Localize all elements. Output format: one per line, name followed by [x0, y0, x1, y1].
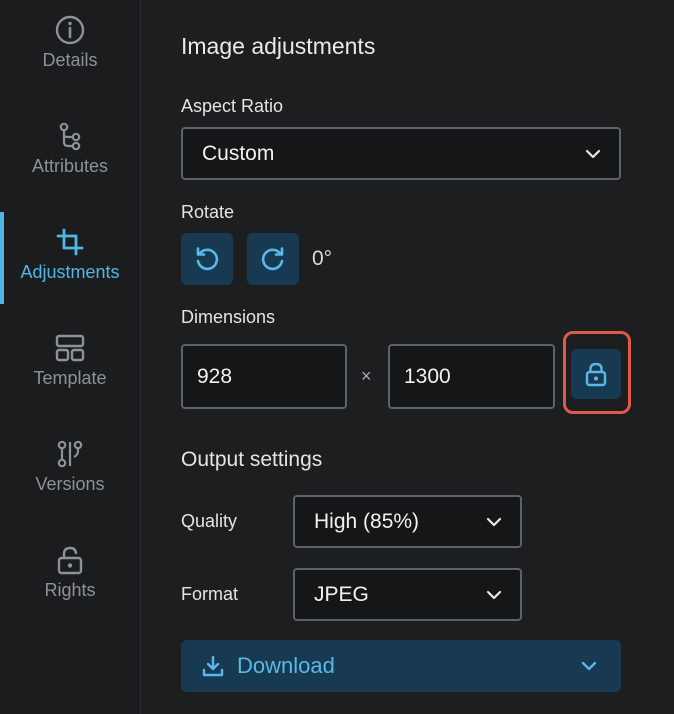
format-select[interactable]: JPEG	[293, 568, 522, 621]
sidebar-item-label: Details	[42, 50, 98, 70]
download-label: Download	[237, 653, 335, 678]
format-value: JPEG	[314, 582, 369, 606]
rotate-label: Rotate	[181, 202, 235, 222]
quality-select[interactable]: High (85%)	[293, 495, 522, 548]
download-icon	[201, 654, 225, 678]
quality-value: High (85%)	[314, 509, 420, 533]
rotate-left-button[interactable]	[181, 233, 233, 285]
aspect-ratio-select[interactable]: Custom	[181, 127, 621, 180]
template-icon	[54, 332, 86, 364]
rotate-left-icon	[192, 244, 222, 274]
download-button[interactable]: Download	[181, 640, 621, 692]
dimension-separator: ×	[361, 366, 372, 386]
output-settings-title: Output settings	[181, 448, 323, 471]
rotate-right-icon	[258, 244, 288, 274]
chevron-down-icon	[486, 517, 502, 527]
sidebar-item-template[interactable]: Template	[0, 318, 140, 410]
sidebar-item-rights[interactable]: Rights	[0, 530, 140, 622]
quality-label: Quality	[181, 511, 238, 531]
rotate-right-button[interactable]	[247, 233, 299, 285]
sidebar-item-adjustments[interactable]: Adjustments	[0, 212, 140, 304]
sidebar-item-label: Adjustments	[20, 262, 120, 282]
branch-icon	[54, 120, 86, 152]
sidebar-item-versions[interactable]: Versions	[0, 424, 140, 516]
sidebar-item-label: Versions	[35, 474, 105, 494]
aspect-ratio-value: Custom	[202, 141, 275, 165]
sidebar-item-label: Attributes	[31, 156, 109, 176]
format-label: Format	[181, 584, 239, 604]
versions-icon	[54, 438, 86, 470]
panel-title: Image adjustments	[181, 33, 376, 59]
aspect-ratio-label: Aspect Ratio	[181, 96, 284, 116]
height-input[interactable]	[388, 344, 555, 409]
lock-icon	[582, 360, 610, 388]
sidebar-item-details[interactable]: Details	[0, 0, 140, 92]
width-input[interactable]	[181, 344, 347, 409]
sidebar-item-label: Template	[33, 368, 107, 388]
crop-icon	[54, 226, 86, 258]
lock-aspect-button[interactable]	[571, 349, 621, 399]
sidebar: Details Attributes Adjustments Template …	[0, 0, 141, 714]
sidebar-item-label: Rights	[44, 580, 96, 600]
dimensions-label: Dimensions	[181, 307, 276, 327]
chevron-down-icon	[585, 149, 601, 159]
adjustments-panel: Image adjustments Aspect Ratio Custom Ro…	[141, 0, 674, 714]
info-icon	[54, 14, 86, 46]
chevron-down-icon	[486, 590, 502, 600]
chevron-down-icon[interactable]	[581, 661, 597, 671]
sidebar-item-attributes[interactable]: Attributes	[0, 106, 140, 198]
unlock-icon	[54, 544, 86, 576]
rotation-value: 0°	[312, 247, 333, 270]
